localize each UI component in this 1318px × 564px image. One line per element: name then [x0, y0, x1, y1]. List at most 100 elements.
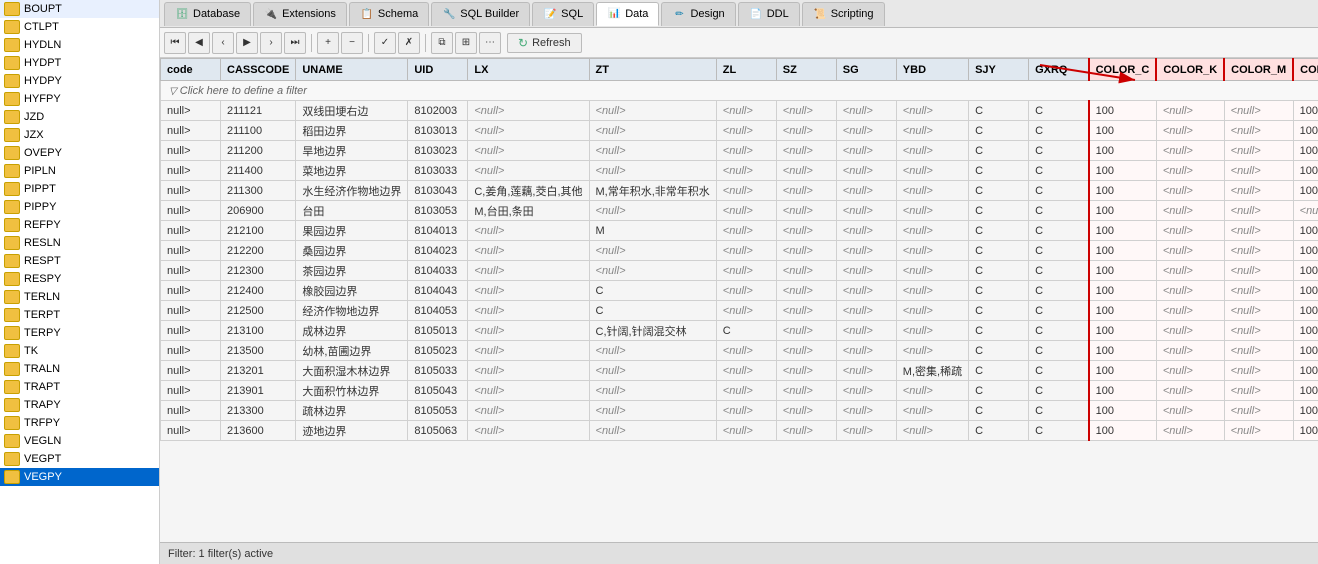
table-row[interactable]: null>211400菜地边界8103033<null><null><null>…	[161, 161, 1318, 181]
sidebar-item-boupt[interactable]: BOUPT	[0, 0, 159, 18]
cell-sjy[interactable]: C	[969, 121, 1029, 141]
cell-sg[interactable]: <null>	[836, 261, 896, 281]
cell-color_c[interactable]: 100	[1089, 241, 1157, 261]
cell-sz[interactable]: <null>	[776, 141, 836, 161]
cell-casscode[interactable]: 211100	[221, 121, 296, 141]
cell-code[interactable]: null>	[161, 341, 221, 361]
cell-color_m[interactable]: <null>	[1224, 181, 1293, 201]
cell-zt[interactable]: <null>	[589, 241, 716, 261]
cell-lx[interactable]: <null>	[468, 161, 589, 181]
cell-sjy[interactable]: C	[969, 321, 1029, 341]
cell-color_m[interactable]: <null>	[1224, 221, 1293, 241]
cell-sjy[interactable]: C	[969, 381, 1029, 401]
cell-gxrq[interactable]: C	[1029, 361, 1089, 381]
cell-sjy[interactable]: C	[969, 281, 1029, 301]
cell-color_c[interactable]: 100	[1089, 341, 1157, 361]
sidebar-item-pippt[interactable]: PIPPT	[0, 180, 159, 198]
col-header-code[interactable]: code	[161, 59, 221, 81]
cell-color_m[interactable]: <null>	[1224, 301, 1293, 321]
cell-ybd[interactable]: <null>	[896, 301, 968, 321]
cell-code[interactable]: null>	[161, 141, 221, 161]
cell-uname[interactable]: 大面积竹林边界	[296, 381, 408, 401]
col-header-sg[interactable]: SG	[836, 59, 896, 81]
cell-color_y[interactable]: 100	[1293, 161, 1318, 181]
tab-database[interactable]: 🗄Database	[164, 2, 251, 26]
cell-color_c[interactable]: 100	[1089, 101, 1157, 121]
check-btn[interactable]: ✓	[374, 32, 396, 54]
nav-first-btn[interactable]: ⏮	[164, 32, 186, 54]
cell-code[interactable]: null>	[161, 381, 221, 401]
cell-color_y[interactable]: 100	[1293, 101, 1318, 121]
cell-color_c[interactable]: 100	[1089, 221, 1157, 241]
cell-color_m[interactable]: <null>	[1224, 261, 1293, 281]
cell-code[interactable]: null>	[161, 361, 221, 381]
cell-sjy[interactable]: C	[969, 361, 1029, 381]
nav-prev-btn[interactable]: ◀	[188, 32, 210, 54]
cell-color_m[interactable]: <null>	[1224, 321, 1293, 341]
cell-color_k[interactable]: <null>	[1156, 141, 1224, 161]
tab-data[interactable]: 📊Data	[596, 2, 659, 26]
cell-color_y[interactable]: 100	[1293, 181, 1318, 201]
cell-ybd[interactable]: <null>	[896, 281, 968, 301]
sidebar-item-trfpy[interactable]: TRFPY	[0, 414, 159, 432]
cell-sg[interactable]: <null>	[836, 221, 896, 241]
cell-color_k[interactable]: <null>	[1156, 241, 1224, 261]
cell-color_m[interactable]: <null>	[1224, 161, 1293, 181]
cell-color_m[interactable]: <null>	[1224, 421, 1293, 441]
cell-gxrq[interactable]: C	[1029, 341, 1089, 361]
cell-gxrq[interactable]: C	[1029, 381, 1089, 401]
cell-color_y[interactable]: 100	[1293, 241, 1318, 261]
cell-zl[interactable]: <null>	[716, 281, 776, 301]
cell-color_y[interactable]: 100	[1293, 401, 1318, 421]
cell-uname[interactable]: 大面积湿木林边界	[296, 361, 408, 381]
cell-code[interactable]: null>	[161, 321, 221, 341]
cell-uname[interactable]: 橡胶园边界	[296, 281, 408, 301]
cell-uname[interactable]: 茶园边界	[296, 261, 408, 281]
cell-casscode[interactable]: 213500	[221, 341, 296, 361]
cell-color_k[interactable]: <null>	[1156, 201, 1224, 221]
cell-sjy[interactable]: C	[969, 141, 1029, 161]
cell-color_k[interactable]: <null>	[1156, 221, 1224, 241]
cell-color_k[interactable]: <null>	[1156, 261, 1224, 281]
cell-lx[interactable]: <null>	[468, 361, 589, 381]
col-header-lx[interactable]: LX	[468, 59, 589, 81]
sidebar-item-respy[interactable]: RESPY	[0, 270, 159, 288]
cell-uid[interactable]: 8105053	[408, 401, 468, 421]
tab-extensions[interactable]: 🔌Extensions	[253, 2, 347, 26]
cell-color_c[interactable]: 100	[1089, 161, 1157, 181]
tab-design[interactable]: ✏Design	[661, 2, 735, 26]
cell-color_c[interactable]: 100	[1089, 321, 1157, 341]
cell-zt[interactable]: <null>	[589, 161, 716, 181]
cell-casscode[interactable]: 213300	[221, 401, 296, 421]
cell-gxrq[interactable]: C	[1029, 201, 1089, 221]
cell-sg[interactable]: <null>	[836, 401, 896, 421]
cell-color_k[interactable]: <null>	[1156, 361, 1224, 381]
cell-uid[interactable]: 8104023	[408, 241, 468, 261]
cell-gxrq[interactable]: C	[1029, 401, 1089, 421]
col-header-color_k[interactable]: COLOR_K	[1156, 59, 1224, 81]
cell-sz[interactable]: <null>	[776, 181, 836, 201]
cell-sg[interactable]: <null>	[836, 181, 896, 201]
sidebar-item-terln[interactable]: TERLN	[0, 288, 159, 306]
sidebar-item-ovepy[interactable]: OVEPY	[0, 144, 159, 162]
table-row[interactable]: null>211121双线田埂右边8102003<null><null><nul…	[161, 101, 1318, 121]
table-row[interactable]: null>213901大面积竹林边界8105043<null><null><nu…	[161, 381, 1318, 401]
sidebar-item-hydpt[interactable]: HYDPT	[0, 54, 159, 72]
cell-uid[interactable]: 8104053	[408, 301, 468, 321]
cell-zt[interactable]: C	[589, 281, 716, 301]
cell-zl[interactable]: <null>	[716, 181, 776, 201]
nav-next-btn[interactable]: ▶	[236, 32, 258, 54]
cell-code[interactable]: null>	[161, 181, 221, 201]
sidebar-item-jzx[interactable]: JZX	[0, 126, 159, 144]
cell-sz[interactable]: <null>	[776, 281, 836, 301]
cell-ybd[interactable]: <null>	[896, 321, 968, 341]
cell-code[interactable]: null>	[161, 421, 221, 441]
cell-color_y[interactable]: 100	[1293, 321, 1318, 341]
cell-color_c[interactable]: 100	[1089, 401, 1157, 421]
cell-lx[interactable]: <null>	[468, 301, 589, 321]
cell-zt[interactable]: C	[589, 301, 716, 321]
cell-code[interactable]: null>	[161, 121, 221, 141]
cell-color_k[interactable]: <null>	[1156, 281, 1224, 301]
cell-code[interactable]: null>	[161, 161, 221, 181]
cell-color_k[interactable]: <null>	[1156, 181, 1224, 201]
